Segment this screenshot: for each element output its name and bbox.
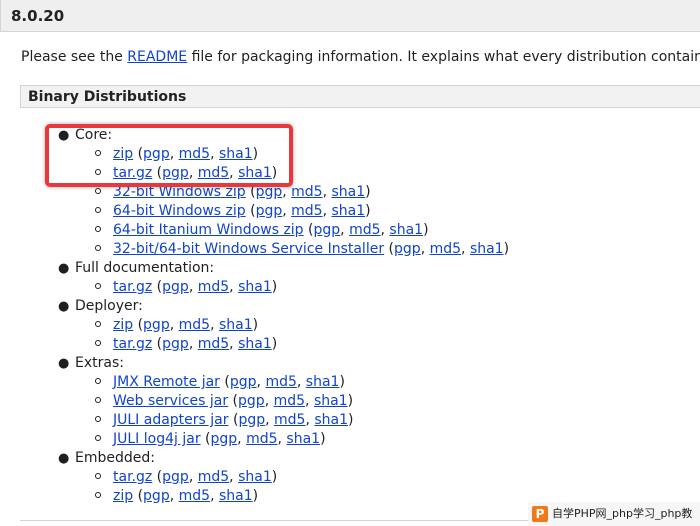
- deployer-zip-row: zip (pgp, md5, sha1): [95, 316, 258, 335]
- list-item-fulldoc: ● Full documentation:: [58, 259, 214, 278]
- version-title: 8.0.20: [11, 7, 65, 25]
- circle-bullet-icon: [95, 283, 101, 289]
- circle-bullet-icon: [95, 321, 101, 327]
- circle-bullet-icon: [95, 207, 101, 213]
- pgp-link[interactable]: pgp: [162, 279, 189, 295]
- circle-bullet-icon: [95, 340, 101, 346]
- sha1-link[interactable]: sha1: [314, 393, 348, 409]
- watermark-text: 自学PHP网_php学习_php教: [552, 507, 693, 520]
- extras-juli-adapters-link[interactable]: JULI adapters jar: [113, 412, 229, 428]
- section-title: Binary Distributions: [28, 89, 187, 105]
- sha1-link[interactable]: sha1: [219, 317, 253, 333]
- pgp-link[interactable]: pgp: [162, 469, 189, 485]
- deployer-label: Deployer:: [75, 298, 143, 314]
- md5-link[interactable]: md5: [198, 336, 229, 352]
- circle-bullet-icon: [95, 378, 101, 384]
- pgp-link[interactable]: pgp: [238, 412, 265, 428]
- bullet-icon: ●: [58, 261, 70, 276]
- sha1-link[interactable]: sha1: [314, 412, 348, 428]
- deployer-tar-row: tar.gz (pgp, md5, sha1): [95, 335, 277, 354]
- intro-before: Please see the: [21, 49, 128, 65]
- sha1-link[interactable]: sha1: [470, 241, 504, 257]
- circle-bullet-icon: [95, 397, 101, 403]
- md5-link[interactable]: md5: [291, 184, 322, 200]
- pgp-link[interactable]: pgp: [143, 488, 170, 504]
- embedded-zip-link[interactable]: zip: [113, 488, 133, 504]
- core-itanium-link[interactable]: 64-bit Itanium Windows zip: [113, 222, 304, 238]
- md5-link[interactable]: md5: [179, 488, 210, 504]
- intro-text: Please see the README file for packaging…: [21, 49, 700, 65]
- extras-juli-log4j-row: JULI log4j jar (pgp, md5, sha1): [95, 430, 326, 449]
- core-installer-row: 32-bit/64-bit Windows Service Installer …: [95, 240, 509, 259]
- deployer-tar-link[interactable]: tar.gz: [113, 336, 152, 352]
- fulldoc-tar-link[interactable]: tar.gz: [113, 279, 152, 295]
- list-item-deployer: ● Deployer:: [58, 297, 143, 316]
- md5-link[interactable]: md5: [274, 412, 305, 428]
- md5-link[interactable]: md5: [430, 241, 461, 257]
- pgp-link[interactable]: pgp: [211, 431, 238, 447]
- core-win64-row: 64-bit Windows zip (pgp, md5, sha1): [95, 202, 371, 221]
- circle-bullet-icon: [95, 492, 101, 498]
- extras-juli-log4j-link[interactable]: JULI log4j jar: [113, 431, 201, 447]
- pgp-link[interactable]: pgp: [238, 393, 265, 409]
- extras-ws-row: Web services jar (pgp, md5, sha1): [95, 392, 353, 411]
- pgp-link[interactable]: pgp: [394, 241, 421, 257]
- sha1-link[interactable]: sha1: [238, 279, 272, 295]
- extras-label: Extras:: [75, 355, 124, 371]
- pgp-link[interactable]: pgp: [230, 374, 257, 390]
- bullet-icon: ●: [58, 451, 70, 466]
- highlight-box: [45, 124, 293, 187]
- fulldoc-tar-row: tar.gz (pgp, md5, sha1): [95, 278, 277, 297]
- extras-jmx-row: JMX Remote jar (pgp, md5, sha1): [95, 373, 345, 392]
- version-header: 8.0.20: [0, 0, 700, 32]
- sha1-link[interactable]: sha1: [238, 469, 272, 485]
- sha1-link[interactable]: sha1: [238, 336, 272, 352]
- sha1-link[interactable]: sha1: [389, 222, 423, 238]
- sha1-link[interactable]: sha1: [306, 374, 340, 390]
- md5-link[interactable]: md5: [198, 279, 229, 295]
- circle-bullet-icon: [95, 245, 101, 251]
- list-item-embedded: ● Embedded:: [58, 449, 155, 468]
- sha1-link[interactable]: sha1: [332, 203, 366, 219]
- core-win64-link[interactable]: 64-bit Windows zip: [113, 203, 246, 219]
- deployer-zip-link[interactable]: zip: [113, 317, 133, 333]
- circle-bullet-icon: [95, 473, 101, 479]
- circle-bullet-icon: [95, 435, 101, 441]
- circle-bullet-icon: [95, 188, 101, 194]
- circle-bullet-icon: [95, 226, 101, 232]
- intro-after: file for packaging information. It expla…: [187, 49, 700, 65]
- md5-link[interactable]: md5: [349, 222, 380, 238]
- sha1-link[interactable]: sha1: [219, 488, 253, 504]
- extras-jmx-link[interactable]: JMX Remote jar: [113, 374, 220, 390]
- core-itanium-row: 64-bit Itanium Windows zip (pgp, md5, sh…: [95, 221, 429, 240]
- watermark: P 自学PHP网_php学习_php教: [528, 502, 700, 526]
- sha1-link[interactable]: sha1: [286, 431, 320, 447]
- md5-link[interactable]: md5: [198, 469, 229, 485]
- bullet-icon: ●: [58, 299, 70, 314]
- md5-link[interactable]: md5: [246, 431, 277, 447]
- pgp-link[interactable]: pgp: [256, 203, 283, 219]
- embedded-zip-row: zip (pgp, md5, sha1): [95, 487, 258, 506]
- fulldoc-label: Full documentation:: [75, 260, 215, 276]
- sha1-link[interactable]: sha1: [332, 184, 366, 200]
- md5-link[interactable]: md5: [265, 374, 296, 390]
- md5-link[interactable]: md5: [274, 393, 305, 409]
- embedded-tar-row: tar.gz (pgp, md5, sha1): [95, 468, 277, 487]
- core-installer-link[interactable]: 32-bit/64-bit Windows Service Installer: [113, 241, 384, 257]
- extras-juli-adapters-row: JULI adapters jar (pgp, md5, sha1): [95, 411, 353, 430]
- md5-link[interactable]: md5: [179, 317, 210, 333]
- md5-link[interactable]: md5: [291, 203, 322, 219]
- php-logo-icon: P: [532, 506, 548, 522]
- pgp-link[interactable]: pgp: [143, 317, 170, 333]
- readme-link[interactable]: README: [127, 49, 187, 65]
- pgp-link[interactable]: pgp: [314, 222, 341, 238]
- extras-ws-link[interactable]: Web services jar: [113, 393, 228, 409]
- pgp-link[interactable]: pgp: [162, 336, 189, 352]
- bullet-icon: ●: [58, 356, 70, 371]
- section-header: Binary Distributions: [20, 85, 700, 108]
- embedded-tar-link[interactable]: tar.gz: [113, 469, 152, 485]
- embedded-label: Embedded:: [75, 450, 155, 466]
- circle-bullet-icon: [95, 416, 101, 422]
- list-item-extras: ● Extras:: [58, 354, 124, 373]
